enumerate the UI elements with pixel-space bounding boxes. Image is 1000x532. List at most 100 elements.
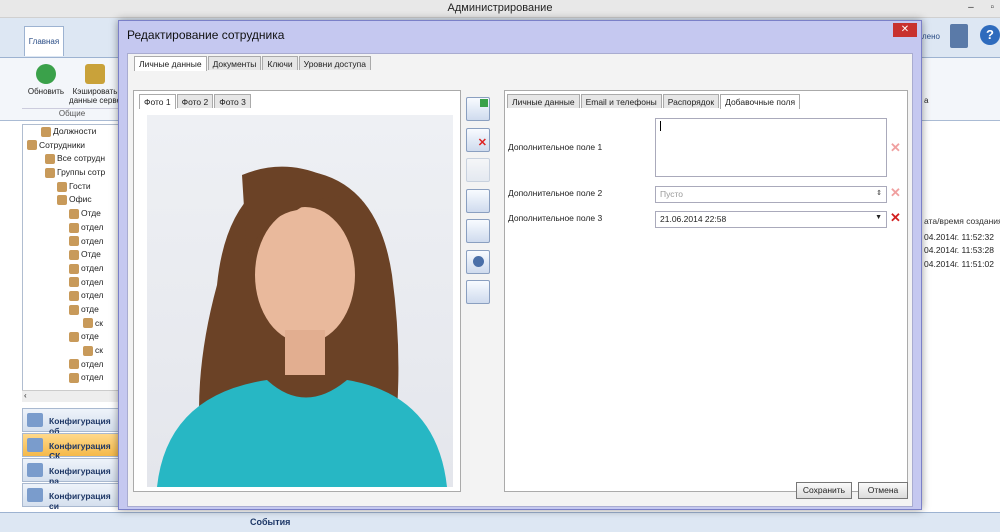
add-photo-icon[interactable] [466, 97, 490, 121]
tree-item-label: Должности [53, 126, 97, 136]
delete-field-3-icon[interactable]: ✕ [890, 210, 901, 226]
field-3-label: Дополнительное поле 3 [508, 213, 603, 223]
cache-button[interactable]: Кэшировать данные серве [68, 64, 122, 105]
tab-keys[interactable]: Ключи [262, 56, 298, 70]
nav-config-1[interactable]: Конфигурация об [22, 408, 122, 436]
photo-frame [133, 90, 461, 492]
tree-item[interactable]: Сотрудники [23, 139, 121, 153]
webcam-icon[interactable] [466, 249, 490, 274]
group-icon [83, 345, 93, 356]
photo-gallery-icon[interactable] [466, 280, 490, 304]
nav-config-4[interactable]: Конфигурация си [22, 483, 122, 511]
tree: Должности Сотрудники Все сотрудн Группы сот… [23, 125, 121, 385]
field-3-input[interactable]: 21.06.2014 22:58 ▼ [655, 211, 887, 228]
tab-personal[interactable]: Личные данные [134, 56, 207, 71]
ribbon-right-label: лено [922, 32, 940, 41]
app-titlebar: Администрирование – ▫ [0, 0, 1000, 18]
tree-item[interactable]: отдел [23, 289, 121, 303]
employee-photo [147, 115, 453, 487]
tree-item[interactable]: Все сотрудн [23, 152, 121, 166]
tree-item[interactable]: отдел [23, 235, 121, 249]
tree-item-label: Офис [69, 194, 92, 205]
tab-access-levels[interactable]: Уровни доступа [298, 56, 371, 70]
edit-photo-icon[interactable] [466, 188, 490, 213]
spinner-icon[interactable]: ⇕ [876, 189, 882, 197]
tree-item-label: Все сотрудн [57, 153, 106, 164]
restore-button[interactable]: ▫ [990, 2, 994, 13]
tree-item[interactable]: Группы сотр [23, 166, 121, 180]
tree-item[interactable]: отдел [23, 276, 121, 290]
config-icon [27, 488, 43, 502]
tree-item[interactable]: Гости [23, 180, 121, 194]
records-pane [920, 124, 1000, 514]
tree-item[interactable]: Отде [23, 207, 121, 221]
export-icon[interactable] [950, 24, 968, 48]
crop-photo-icon[interactable] [466, 158, 490, 182]
tab-main[interactable]: Главная [24, 26, 64, 56]
dialog-title: Редактирование сотрудника [127, 28, 285, 42]
field-2-input[interactable]: Пусто ⇕ [655, 186, 887, 203]
group-icon [69, 359, 79, 370]
tab-documents[interactable]: Документы [207, 56, 262, 70]
group-icon [45, 154, 55, 165]
tree-item[interactable]: отдел [23, 358, 121, 372]
delete-field-2-icon[interactable]: ✕ [890, 185, 901, 201]
refresh-button[interactable]: Обновить [26, 64, 66, 96]
tree-item[interactable]: Должности [23, 125, 121, 139]
record-row[interactable]: 04.2014г. 11:51:02 [924, 259, 994, 269]
nav-buttons: Конфигурация об Конфигурация СК Конфигурац… [22, 408, 122, 511]
dialog-body: Личные данные Документы Ключи Уровни дос… [127, 53, 913, 507]
tab-email-phones[interactable]: Email и телефоны [580, 94, 662, 108]
chevron-down-icon[interactable]: ▼ [875, 214, 882, 221]
delete-photo-icon[interactable]: ✕ [466, 127, 490, 152]
config-icon [27, 438, 43, 452]
record-row[interactable]: 04.2014г. 11:52:32 [924, 232, 994, 242]
group-icon [69, 304, 79, 315]
record-row[interactable]: 04.2014г. 11:53:28 [924, 245, 994, 255]
tree-item-label: Отде [81, 249, 101, 260]
tab-inner-personal[interactable]: Личные данные [507, 94, 580, 108]
photo-toolbar: ✕ [466, 97, 494, 311]
database-icon [85, 64, 105, 84]
cancel-button[interactable]: Отмена [858, 482, 908, 499]
tree-item[interactable]: ск [23, 317, 121, 331]
tab-photo-3[interactable]: Фото 3 [214, 94, 251, 108]
tree-item-label: отдел [81, 221, 104, 232]
tab-photo-2[interactable]: Фото 2 [176, 94, 214, 108]
tree-item[interactable]: отде [23, 303, 121, 317]
events-tab[interactable]: События [250, 517, 290, 527]
cache-label: Кэшировать данные серве [69, 87, 121, 105]
tree-item[interactable]: отде [23, 330, 121, 344]
tree-item[interactable]: Офис [23, 193, 121, 207]
nav-config-2[interactable]: Конфигурация СК [22, 433, 122, 461]
tree-item-label: Отде [81, 208, 101, 219]
help-icon[interactable]: ? [980, 25, 1000, 45]
tree-item[interactable]: отдел [23, 262, 121, 276]
group-icon [45, 167, 55, 178]
config-icon [27, 413, 43, 427]
tree-item-label: отдел [81, 235, 104, 246]
tree-item[interactable]: Отде [23, 248, 121, 262]
field-2-placeholder: Пусто [660, 189, 684, 199]
tree-item-label: Сотрудники [39, 139, 86, 150]
nav-label: Конфигурация си [49, 491, 111, 511]
save-button[interactable]: Сохранить [796, 482, 852, 499]
tab-extra-fields[interactable]: Добавочные поля [720, 94, 801, 109]
status-bar: События [0, 512, 1000, 532]
photo-tabs: Фото 1 Фото 2 Фото 3 [139, 94, 252, 109]
close-button[interactable]: ✕ [893, 23, 917, 37]
tree-item[interactable]: отдел [23, 371, 121, 385]
delete-field-1-icon[interactable]: ✕ [890, 140, 901, 156]
tree-item-label: отдел [81, 262, 104, 273]
nav-config-3[interactable]: Конфигурация ра [22, 458, 122, 486]
records-header: ата/время создания [924, 216, 1000, 226]
tree-item[interactable]: ск [23, 344, 121, 358]
scanner-icon[interactable] [466, 219, 490, 243]
minimize-button[interactable]: – [968, 2, 974, 13]
field-1-input[interactable] [655, 118, 887, 177]
tab-photo-1[interactable]: Фото 1 [139, 94, 176, 109]
group-icon [57, 181, 67, 192]
tree-item[interactable]: отдел [23, 221, 121, 235]
tree-scrollbar[interactable]: ‹ [22, 390, 122, 402]
tab-schedule[interactable]: Распорядок [662, 94, 720, 108]
